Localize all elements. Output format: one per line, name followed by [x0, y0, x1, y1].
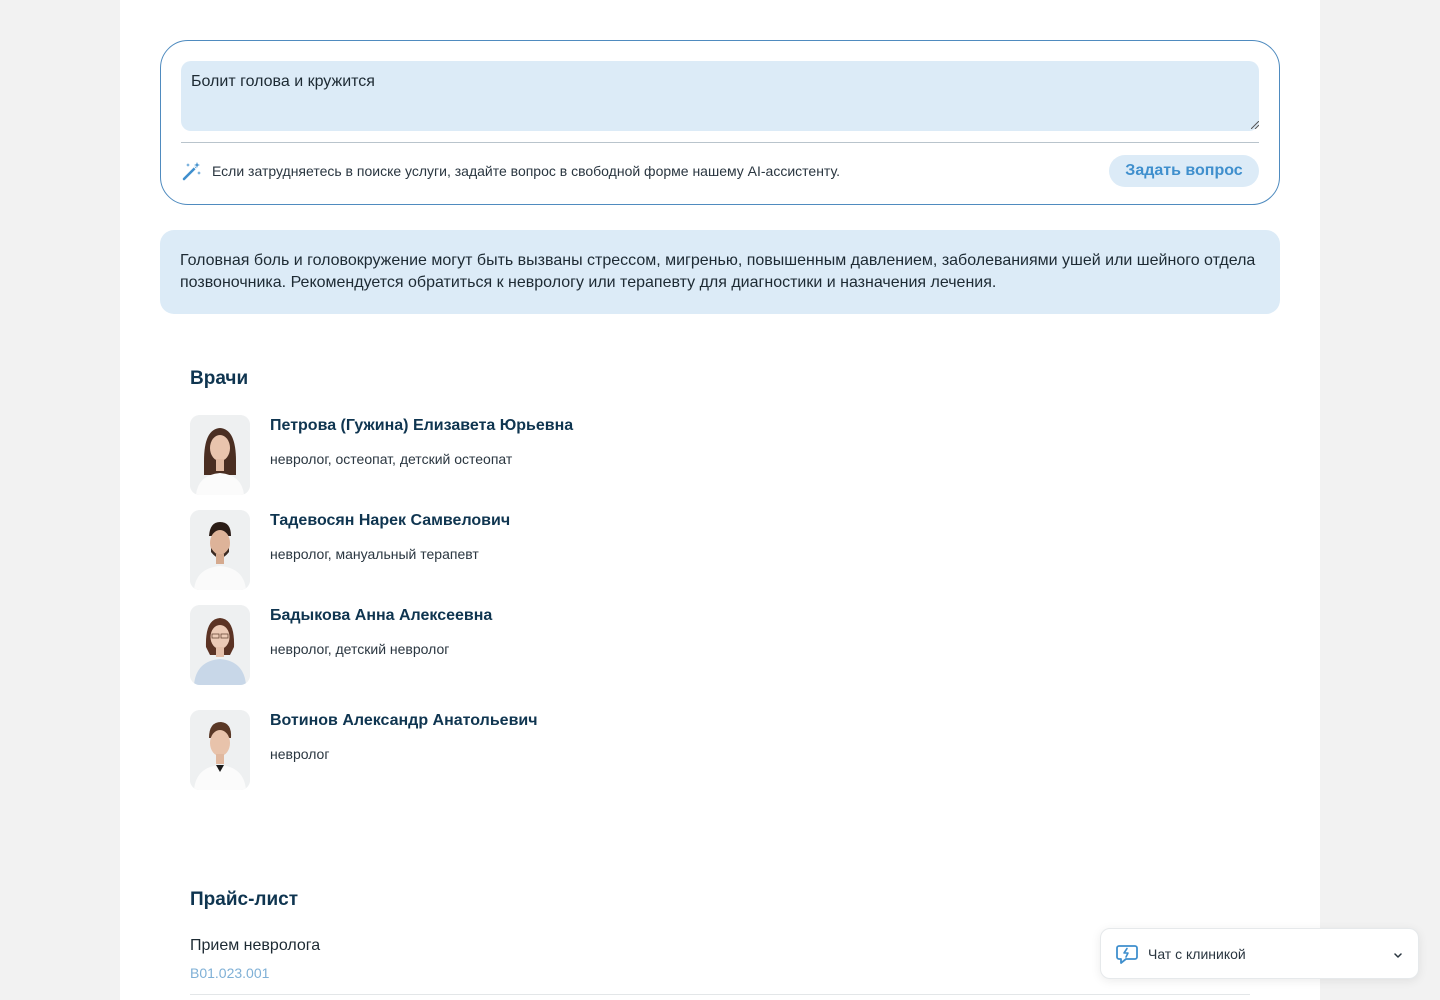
ask-divider	[181, 142, 1259, 143]
doctor-photo[interactable]	[190, 710, 250, 790]
chat-label: Чат с клиникой	[1148, 945, 1246, 962]
doctor-specialty: невролог, мануальный терапевт	[270, 546, 479, 562]
chat-bubble-icon	[1115, 942, 1139, 966]
doctor-specialty: невролог, детский невролог	[270, 641, 450, 657]
price-item-code: B01.023.001	[190, 965, 270, 981]
chevron-down-icon[interactable]	[1392, 948, 1404, 960]
ai-question-box: Если затрудняетесь в поиске услуги, зада…	[160, 40, 1280, 205]
price-list-title: Прайс-лист	[190, 889, 299, 910]
doctors-title: Врачи	[190, 368, 249, 389]
doctor-card[interactable]: Вотинов Александр Анатольевич невролог	[190, 710, 790, 790]
price-divider	[190, 994, 1250, 995]
hint-row: Если затрудняетесь в поиске услуги, зада…	[181, 153, 1259, 189]
doctor-name[interactable]: Тадевосян Нарек Самвелович	[270, 512, 510, 530]
resize-grip-icon[interactable]	[1251, 121, 1259, 129]
price-item-name[interactable]: Прием невролога	[190, 937, 320, 955]
doctor-name[interactable]: Вотинов Александр Анатольевич	[270, 712, 538, 730]
doctor-photo[interactable]	[190, 605, 250, 685]
magic-wand-icon	[181, 160, 203, 182]
doctor-card[interactable]: Петрова (Гужина) Елизавета Юрьевна невро…	[190, 415, 790, 495]
doctor-specialty: невролог, остеопат, детский остеопат	[270, 451, 513, 467]
doctor-photo[interactable]	[190, 510, 250, 590]
doctor-name[interactable]: Бадыкова Анна Алексеевна	[270, 607, 492, 625]
question-input[interactable]	[181, 61, 1259, 131]
doctor-specialty: невролог	[270, 746, 330, 762]
doctor-name[interactable]: Петрова (Гужина) Елизавета Юрьевна	[270, 417, 573, 435]
ask-question-button[interactable]: Задать вопрос	[1109, 155, 1259, 187]
doctor-card[interactable]: Бадыкова Анна Алексеевна невролог, детск…	[190, 605, 790, 685]
doctor-photo[interactable]	[190, 415, 250, 495]
ai-answer: Головная боль и головокружение могут быт…	[160, 230, 1280, 314]
clinic-chat-widget[interactable]: Чат с клиникой	[1100, 928, 1419, 979]
hint-text: Если затрудняетесь в поиске услуги, зада…	[212, 163, 840, 179]
doctor-card[interactable]: Тадевосян Нарек Самвелович невролог, ман…	[190, 510, 790, 590]
